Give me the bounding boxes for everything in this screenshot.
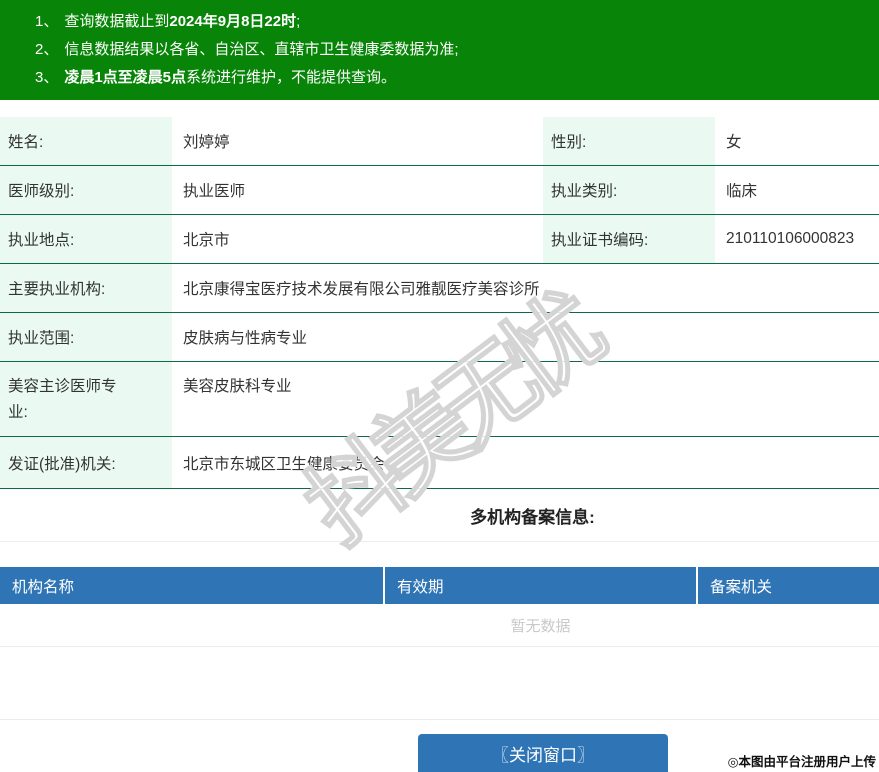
field-value-doctor-level: 执业医师 [183,183,246,200]
notice-text: ; [296,13,301,30]
practitioner-info-table: 姓名: 刘婷婷 性别: 女 医师级别: 执业医师 执业类别: 临床 执业地点: … [0,117,879,489]
label-text: 发证(批准)机关: [8,455,116,473]
field-label-practice-location: 执业地点: [0,215,172,263]
notice-bold-text: 2024年9月8日22时 [169,13,297,30]
notice-text: 查询数据截止到 [64,13,170,30]
notice-line-3: 3、 凌晨1点至凌晨5点系统进行维护，不能提供查询。 [35,64,869,92]
registration-table-header: 机构名称 有效期 备案机关 [0,567,879,604]
field-label-gender: 性别: [543,117,715,165]
close-window-button[interactable]: 〖关闭窗口〗 [418,734,668,772]
table-row: 医师级别: 执业医师 执业类别: 临床 [0,166,879,215]
multi-org-section-header: 多机构备案信息: [0,489,879,542]
table-row: 姓名: 刘婷婷 性别: 女 [0,117,879,166]
field-label-main-institution: 主要执业机构: [0,264,172,312]
notice-text: 信息数据结果以各省、自治区、直辖市卫生健康委数据为准; [64,41,459,58]
notice-number: 2、 [35,41,59,58]
table-row: 执业地点: 北京市 执业证书编码: 210110106000823 [0,215,879,264]
column-header-institution-name: 机构名称 [0,567,385,604]
label-text: 执业类别: [551,183,618,200]
label-text: 姓名: [8,134,44,151]
table-row: 主要执业机构: 北京康得宝医疗技术发展有限公司雅靓医疗美容诊所 [0,264,879,313]
upload-disclaimer-text: ◎本图由平台注册用户上传 [727,755,876,769]
label-text: 性别: [551,134,587,151]
field-value-certificate-number: 210110106000823 [726,230,855,247]
notice-banner: 1、 查询数据截止到2024年9月8日22时; 2、 信息数据结果以各省、自治区、直… [0,0,879,100]
field-value-name: 刘婷婷 [183,134,230,151]
field-label-certificate-number: 执业证书编码: [543,215,715,263]
notice-number: 1、 [35,13,59,30]
notice-text: 系统进行维护，不能提供查询。 [186,69,397,86]
query-result-page: 1、 查询数据截止到2024年9月8日22时; 2、 信息数据结果以各省、自治区、直… [0,0,879,772]
label-text: 主要执业机构: [8,281,106,298]
table-row: 执业范围: 皮肤病与性病专业 [0,313,879,362]
notice-number: 3、 [35,69,59,86]
field-label-cosmetic-specialty: 美容主诊医师专业: [0,362,172,436]
notice-bold-text: 凌晨1点至凌晨5点 [64,69,187,86]
field-value-practice-location: 北京市 [183,232,230,249]
field-label-practice-category: 执业类别: [543,166,715,214]
field-label-practice-scope: 执业范围: [0,313,172,361]
field-value-practice-category: 临床 [726,183,758,200]
field-value-cosmetic-specialty: 美容皮肤科专业 [183,378,292,395]
notice-line-2: 2、 信息数据结果以各省、自治区、直辖市卫生健康委数据为准; [35,36,869,64]
spacer [0,647,879,720]
label-text: 执业证书编码: [551,232,649,249]
label-text: 美容主诊医师专业: [8,378,117,421]
field-label-doctor-level: 医师级别: [0,166,172,214]
label-text: 医师级别: [8,183,75,200]
field-value-practice-scope: 皮肤病与性病专业 [183,330,308,347]
table-row: 发证(批准)机关: 北京市东城区卫生健康委员会 [0,437,879,489]
field-label-issuing-authority: 发证(批准)机关: [0,437,172,488]
section-title: 多机构备案信息: [470,507,595,527]
registration-table-empty-row: 暂无数据 [0,604,879,647]
notice-line-1: 1、 查询数据截止到2024年9月8日22时; [35,8,869,36]
field-value-main-institution: 北京康得宝医疗技术发展有限公司雅靓医疗美容诊所 [183,281,540,298]
table-row: 美容主诊医师专业: 美容皮肤科专业 [0,362,879,437]
column-header-validity-period: 有效期 [385,567,698,604]
no-data-text: 暂无数据 [510,617,571,635]
label-text: 执业地点: [8,232,75,249]
field-label-name: 姓名: [0,117,172,165]
field-value-issuing-authority: 北京市东城区卫生健康委员会 [183,455,385,473]
column-header-registration-authority: 备案机关 [710,578,773,596]
field-value-gender: 女 [726,134,742,151]
label-text: 执业范围: [8,330,75,347]
